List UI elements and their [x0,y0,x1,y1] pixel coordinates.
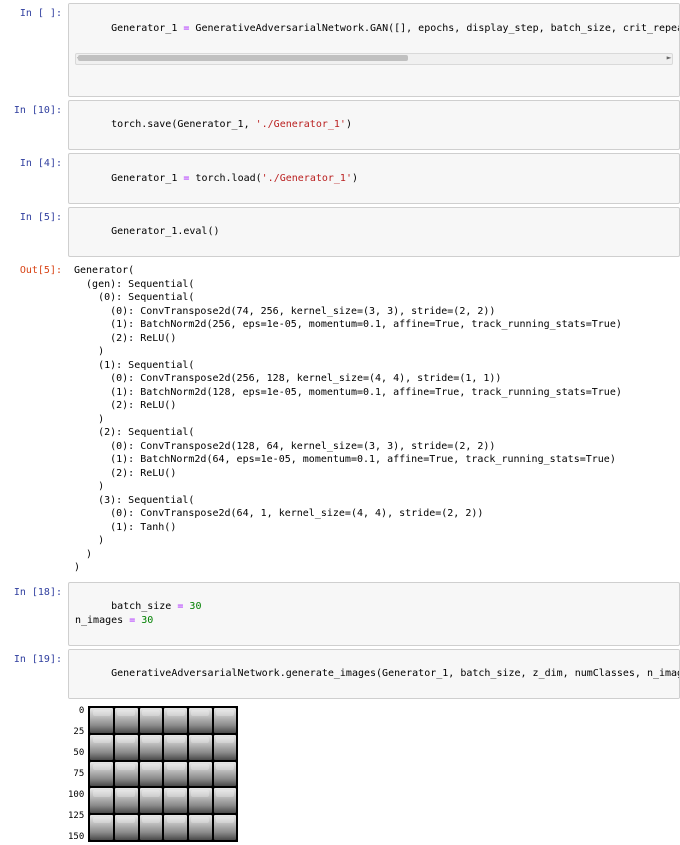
input-prompt: In [5]: [0,207,68,228]
code-input[interactable]: torch.save(Generator_1, './Generator_1') [68,100,680,151]
code-input[interactable]: Generator_1 = torch.load('./Generator_1'… [68,153,680,204]
input-prompt: In [19]: [0,649,68,670]
input-prompt: In [ ]: [0,3,68,24]
generated-image-thumb [164,788,187,813]
code-line: Generator_1 = torch.load('./Generator_1'… [111,173,358,184]
code-cell: In [18]: batch_size = 30 n_images = 30 [0,582,680,646]
y-axis-ticks: 0 25 50 75 100 125 150 [68,706,88,842]
generated-image-thumb [214,708,237,733]
generated-image-thumb [164,762,187,787]
generated-image-thumb [140,762,163,787]
generated-image-thumb [90,788,113,813]
generated-image-thumb [90,815,113,840]
generated-image-thumb [90,735,113,760]
generated-image-thumb [115,788,138,813]
input-prompt: In [10]: [0,100,68,121]
generated-image-thumb [189,815,212,840]
code-line: torch.save(Generator_1, './Generator_1') [111,119,352,130]
generated-image-thumb [214,735,237,760]
generated-image-thumb [214,762,237,787]
code-line: Generator_1 = GenerativeAdversarialNetwo… [111,23,680,34]
generated-image-thumb [164,735,187,760]
cell-body: Generator( (gen): Sequential( (0): Seque… [68,260,680,579]
generated-image-thumb [214,788,237,813]
generated-image-thumb [140,815,163,840]
generated-image-thumb [189,788,212,813]
code-input[interactable]: GenerativeAdversarialNetwork.generate_im… [68,649,680,700]
code-input[interactable]: batch_size = 30 n_images = 30 [68,582,680,646]
cell-body: 0 25 50 75 100 125 150 [68,702,680,842]
cell-body: GenerativeAdversarialNetwork.generate_im… [68,649,680,700]
cell-body: Generator_1 = GenerativeAdversarialNetwo… [68,3,680,97]
y-tick-label: 75 [68,769,84,779]
y-tick-label: 0 [68,706,84,716]
image-output: 0 25 50 75 100 125 150 [68,706,680,842]
cell-body: Generator_1.eval() [68,207,680,258]
output-cell: Out[5]: Generator( (gen): Sequential( (0… [0,260,680,579]
code-line: GenerativeAdversarialNetwork.generate_im… [111,668,680,679]
generated-image-thumb [115,708,138,733]
y-tick-label: 150 [68,832,84,842]
code-cell: In [4]: Generator_1 = torch.load('./Gene… [0,153,680,204]
code-cell: In [10]: torch.save(Generator_1, './Gene… [0,100,680,151]
cell-body: torch.save(Generator_1, './Generator_1') [68,100,680,151]
generated-image-thumb [164,815,187,840]
code-input[interactable]: Generator_1 = GenerativeAdversarialNetwo… [68,3,680,97]
output-prompt: Out[5]: [0,260,68,281]
generated-image-thumb [189,735,212,760]
text-output: Generator( (gen): Sequential( (0): Seque… [68,260,680,579]
y-tick-label: 100 [68,790,84,800]
code-cell: In [5]: Generator_1.eval() [0,207,680,258]
generated-image-thumb [90,762,113,787]
cell-body: batch_size = 30 n_images = 30 [68,582,680,646]
code-line: batch_size = 30 n_images = 30 [75,601,201,626]
input-prompt: In [4]: [0,153,68,174]
scroll-right-arrow-icon[interactable]: ► [664,54,674,64]
generated-image-thumb [140,708,163,733]
generated-image-thumb [115,762,138,787]
generated-image-grid [88,706,238,842]
code-input[interactable]: Generator_1.eval() [68,207,680,258]
generated-image-thumb [115,815,138,840]
input-prompt: In [18]: [0,582,68,603]
output-cell: 0 25 50 75 100 125 150 [0,702,680,842]
generated-image-thumb [140,788,163,813]
generated-image-thumb [164,708,187,733]
code-line: Generator_1.eval() [111,226,219,237]
cell-body: Generator_1 = torch.load('./Generator_1'… [68,153,680,204]
code-cell: In [19]: GenerativeAdversarialNetwork.ge… [0,649,680,700]
code-cell: In [ ]: Generator_1 = GenerativeAdversar… [0,3,680,97]
generated-image-thumb [140,735,163,760]
generated-image-thumb [189,762,212,787]
y-tick-label: 125 [68,811,84,821]
generated-image-thumb [90,708,113,733]
scrollbar-thumb[interactable] [78,55,408,61]
y-tick-label: 50 [68,748,84,758]
generated-image-thumb [115,735,138,760]
horizontal-scrollbar[interactable]: ◄ ► [75,53,673,65]
generated-image-thumb [214,815,237,840]
output-prompt-empty [0,702,68,710]
generated-image-thumb [189,708,212,733]
y-tick-label: 25 [68,727,84,737]
